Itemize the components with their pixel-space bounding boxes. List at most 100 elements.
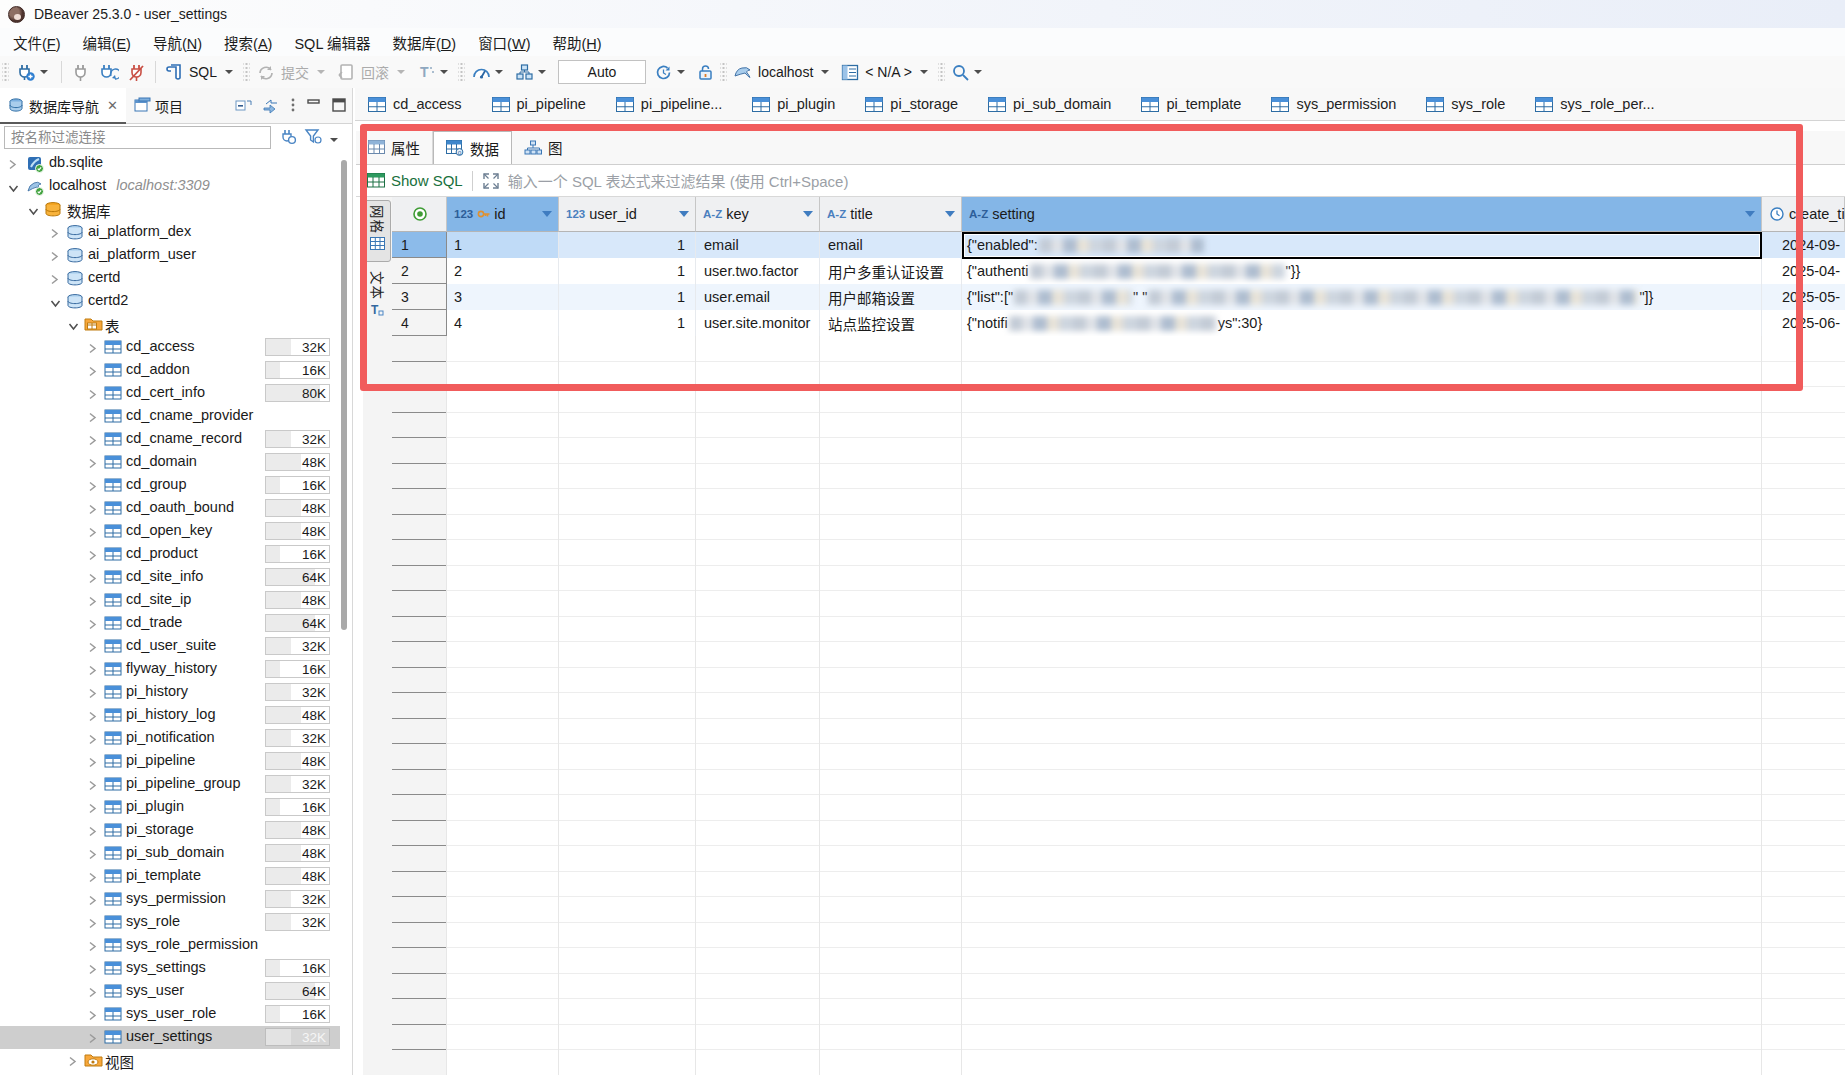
new-connection-button-dropdown-icon[interactable]: [40, 70, 48, 74]
tree-item-cd_product[interactable]: cd_product16K: [0, 543, 340, 566]
sql-editor-button[interactable]: SQL: [162, 60, 240, 85]
chevron-right-icon[interactable]: [88, 479, 97, 495]
editor-tab-sys_permission[interactable]: sys_permission: [1258, 88, 1413, 120]
chevron-right-icon[interactable]: [50, 272, 59, 288]
minimize-icon[interactable]: [307, 98, 322, 113]
auto-refresh-button-dropdown-icon[interactable]: [677, 70, 685, 74]
tree-item-数据库[interactable]: 数据库: [0, 198, 340, 221]
chevron-right-icon[interactable]: [88, 939, 97, 955]
tree-item-cd_cert_info[interactable]: cd_cert_info80K: [0, 382, 340, 405]
editor-tab-pi_template[interactable]: pi_template: [1128, 88, 1258, 120]
chevron-right-icon[interactable]: [88, 778, 97, 794]
reconnect-button[interactable]: [95, 60, 122, 85]
chevron-right-icon[interactable]: [88, 456, 97, 472]
chevron-down-icon[interactable]: [8, 180, 19, 196]
menu-数据库D[interactable]: 数据库(D): [381, 32, 467, 53]
chevron-right-icon[interactable]: [88, 732, 97, 748]
tree-item-certd2[interactable]: certd2: [0, 290, 340, 313]
menu-文件F[interactable]: 文件(F): [2, 32, 72, 53]
chevron-right-icon[interactable]: [88, 801, 97, 817]
tree-item-user_settings[interactable]: user_settings32K: [0, 1026, 340, 1049]
rollback-button[interactable]: 回滚: [334, 59, 412, 85]
transaction-log-button[interactable]: T: [414, 60, 455, 85]
chevron-right-icon[interactable]: [88, 502, 97, 518]
tree-item-视图[interactable]: 视图: [0, 1049, 340, 1072]
tree-item-cd_site_info[interactable]: cd_site_info64K: [0, 566, 340, 589]
chevron-right-icon[interactable]: [88, 410, 97, 426]
sql-editor-button-dropdown-icon[interactable]: [225, 70, 233, 74]
chevron-right-icon[interactable]: [88, 709, 97, 725]
tree-item-sys_permission[interactable]: sys_permission32K: [0, 888, 340, 911]
tree-item-cd_group[interactable]: cd_group16K: [0, 474, 340, 497]
tree-item-localhost[interactable]: localhostlocalhost:3309: [0, 175, 340, 198]
editor-tab-pi_pipeline[interactable]: pi_pipeline...: [603, 88, 739, 120]
filter-dropdown-icon[interactable]: [330, 138, 338, 142]
dashboard-button-dropdown-icon[interactable]: [495, 70, 503, 74]
chevron-right-icon[interactable]: [88, 594, 97, 610]
sash-divider[interactable]: [352, 88, 353, 1075]
chevron-right-icon[interactable]: [88, 962, 97, 978]
menu-导航N[interactable]: 导航(N): [142, 32, 213, 53]
menu-帮助H[interactable]: 帮助(H): [542, 32, 613, 53]
tree-item-表[interactable]: 表: [0, 313, 340, 336]
chevron-right-icon[interactable]: [88, 640, 97, 656]
tree-item-pi_sub_domain[interactable]: pi_sub_domain48K: [0, 842, 340, 865]
chevron-right-icon[interactable]: [88, 985, 97, 1001]
tree-item-cd_user_suite[interactable]: cd_user_suite32K: [0, 635, 340, 658]
transaction-log-button-dropdown-icon[interactable]: [440, 70, 448, 74]
schema-compare-button[interactable]: [512, 60, 553, 85]
chevron-right-icon[interactable]: [88, 870, 97, 886]
chevron-right-icon[interactable]: [88, 663, 97, 679]
editor-tab-sys_role[interactable]: sys_role: [1413, 88, 1522, 120]
chevron-right-icon[interactable]: [68, 1054, 77, 1070]
search-button-dropdown-icon[interactable]: [974, 70, 982, 74]
chevron-right-icon[interactable]: [88, 824, 97, 840]
tree-item-sys_user[interactable]: sys_user64K: [0, 980, 340, 1003]
sidebar-scrollbar[interactable]: [341, 160, 347, 630]
chevron-right-icon[interactable]: [88, 548, 97, 564]
chevron-right-icon[interactable]: [88, 1031, 97, 1047]
tree-item-sys_role[interactable]: sys_role32K: [0, 911, 340, 934]
dashboard-button[interactable]: [468, 60, 510, 85]
active-database-select-dropdown-icon[interactable]: [920, 70, 928, 74]
tree-item-sys_user_role[interactable]: sys_user_role16K: [0, 1003, 340, 1026]
search-button[interactable]: [948, 60, 989, 85]
chevron-right-icon[interactable]: [88, 1008, 97, 1024]
menu-窗口W[interactable]: 窗口(W): [467, 32, 541, 53]
chevron-right-icon[interactable]: [88, 571, 97, 587]
chevron-right-icon[interactable]: [88, 364, 97, 380]
editor-tab-pi_pipeline[interactable]: pi_pipeline: [479, 88, 603, 120]
editor-tab-sys_role_per[interactable]: sys_role_per...: [1522, 88, 1671, 120]
tree-item-ai_platform_dex[interactable]: ai_platform_dex: [0, 221, 340, 244]
schema-compare-button-dropdown-icon[interactable]: [538, 70, 546, 74]
tree-item-cd_addon[interactable]: cd_addon16K: [0, 359, 340, 382]
link-editor-icon[interactable]: [262, 97, 279, 114]
new-connection-button[interactable]: [12, 60, 55, 85]
menu-编辑E[interactable]: 编辑(E): [72, 32, 142, 53]
active-connection-select[interactable]: localhost: [730, 61, 836, 84]
chevron-right-icon[interactable]: [88, 617, 97, 633]
active-database-select[interactable]: < N/A >: [838, 61, 935, 84]
tree-item-sys_role_permission[interactable]: sys_role_permission: [0, 934, 340, 957]
chevron-down-icon[interactable]: [50, 295, 61, 311]
menu-搜索A[interactable]: 搜索(A): [213, 32, 283, 53]
tree-item-cd_cname_record[interactable]: cd_cname_record32K: [0, 428, 340, 451]
editor-tab-pi_sub_domain[interactable]: pi_sub_domain: [975, 88, 1128, 120]
chevron-right-icon[interactable]: [88, 686, 97, 702]
commit-button[interactable]: 提交: [253, 59, 332, 85]
tree-item-db.sqlite[interactable]: db.sqlite: [0, 152, 340, 175]
chevron-right-icon[interactable]: [8, 157, 17, 173]
tree-item-cd_cname_provider[interactable]: cd_cname_provider: [0, 405, 340, 428]
chevron-right-icon[interactable]: [88, 433, 97, 449]
chevron-right-icon[interactable]: [88, 755, 97, 771]
chevron-right-icon[interactable]: [50, 226, 59, 242]
tree-item-ai_platform_user[interactable]: ai_platform_user: [0, 244, 340, 267]
auto-refresh-button[interactable]: [651, 60, 692, 85]
disconnect-button[interactable]: [124, 60, 149, 85]
tree-item-pi_notification[interactable]: pi_notification32K: [0, 727, 340, 750]
editor-tab-pi_plugin[interactable]: pi_plugin: [739, 88, 852, 120]
lock-button[interactable]: [694, 60, 717, 85]
commit-mode-input[interactable]: Auto: [558, 60, 646, 84]
chevron-right-icon[interactable]: [88, 893, 97, 909]
tree-item-certd[interactable]: certd: [0, 267, 340, 290]
